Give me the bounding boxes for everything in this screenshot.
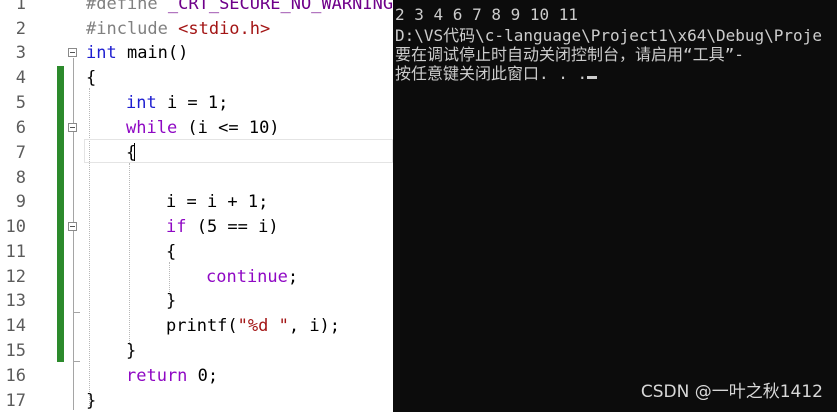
console-prompt-text: 按任意键关闭此窗口. . . xyxy=(395,64,588,83)
keyword: while xyxy=(126,118,178,138)
indent-guide xyxy=(89,88,90,406)
console-path-line: D:\VS代码\c-language\Project1\x64\Debug\Pr… xyxy=(395,26,822,45)
watermark: CSDN @一叶之秋1412 xyxy=(640,382,823,402)
code-line-5[interactable]: int i = 1; xyxy=(126,91,228,116)
collapse-if-icon[interactable] xyxy=(68,222,77,231)
code-line-10[interactable]: if (5 == i) xyxy=(166,215,279,240)
change-indicator-bar xyxy=(57,66,64,362)
collapse-while-icon[interactable] xyxy=(68,123,77,132)
line-number: 10 xyxy=(5,217,26,237)
indent-guide xyxy=(129,163,130,345)
outline-end-tick xyxy=(74,361,80,362)
code-text: (5 == i) xyxy=(186,217,279,237)
keyword: int xyxy=(126,93,157,113)
macro-name: _CRT_SECURE_NO_WARNINGS xyxy=(157,0,393,14)
line-number: 6 xyxy=(15,118,26,138)
line-number: 4 xyxy=(15,68,26,88)
console-window[interactable]: 2 3 4 6 7 8 9 10 11 D:\VS代码\c-language\P… xyxy=(393,0,837,412)
outline-line xyxy=(73,58,74,410)
preprocessor-directive: #include xyxy=(86,19,168,39)
include-header: <stdio.h> xyxy=(167,19,271,39)
console-output-line: 2 3 4 6 7 8 9 10 11 xyxy=(395,5,579,24)
line-number: 14 xyxy=(5,316,26,336)
code-line-12[interactable]: continue; xyxy=(206,265,298,290)
code-line-17[interactable]: } xyxy=(86,389,96,412)
line-number: 3 xyxy=(15,43,26,63)
console-prompt-line: 按任意键关闭此窗口. . . xyxy=(395,63,598,84)
line-number: 5 xyxy=(15,93,26,113)
code-line-4[interactable]: { xyxy=(86,66,96,91)
line-number: 16 xyxy=(5,366,26,386)
code-line-1[interactable]: #define _CRT_SECURE_NO_WARNINGS xyxy=(86,0,393,17)
keyword: if xyxy=(166,217,187,237)
line-number: 8 xyxy=(15,168,26,188)
line-number: 9 xyxy=(15,192,26,212)
code-line-7[interactable]: { xyxy=(126,141,136,166)
console-info-line: 要在调试停止时自动关闭控制台，请启用“工具”- xyxy=(395,45,744,64)
code-line-16[interactable]: return 0; xyxy=(126,364,218,389)
string-literal: "%d " xyxy=(237,316,289,336)
keyword: continue xyxy=(206,267,288,287)
code-line-13[interactable]: } xyxy=(166,289,176,314)
line-number: 1 xyxy=(15,0,26,14)
code-line-2[interactable]: #include <stdio.h> xyxy=(86,17,270,42)
line-number: 17 xyxy=(5,391,26,411)
line-number: 13 xyxy=(5,291,26,311)
code-text: main() xyxy=(116,43,189,63)
code-text: , i); xyxy=(288,316,341,336)
console-cursor xyxy=(587,76,598,79)
code-line-11[interactable]: { xyxy=(166,240,176,265)
code-line-14[interactable]: printf("%d ", i); xyxy=(166,314,340,339)
code-line-3[interactable]: int main() xyxy=(86,41,188,66)
collapse-main-icon[interactable] xyxy=(68,48,77,57)
keyword: int xyxy=(86,43,117,63)
code-text: i = 1; xyxy=(156,93,229,113)
code-editor[interactable]: 1 2 3 4 5 6 7 8 9 10 11 12 13 14 15 16 1… xyxy=(0,0,393,412)
line-number: 7 xyxy=(15,143,26,163)
outline-end-tick xyxy=(74,312,80,313)
code-text: 0; xyxy=(187,366,219,386)
line-number: 15 xyxy=(5,341,26,361)
line-number: 11 xyxy=(5,242,26,262)
code-text: ; xyxy=(287,267,299,287)
line-number: 2 xyxy=(15,19,26,39)
code-line-6[interactable]: while (i <= 10) xyxy=(126,116,280,141)
preprocessor-directive: #define xyxy=(86,0,158,14)
code-text: (i <= 10) xyxy=(177,118,280,138)
function-call: printf( xyxy=(166,316,238,336)
line-number: 12 xyxy=(5,267,26,287)
keyword: return xyxy=(126,366,188,386)
code-line-15[interactable]: } xyxy=(126,339,136,364)
code-line-9[interactable]: i = i + 1; xyxy=(166,190,268,215)
